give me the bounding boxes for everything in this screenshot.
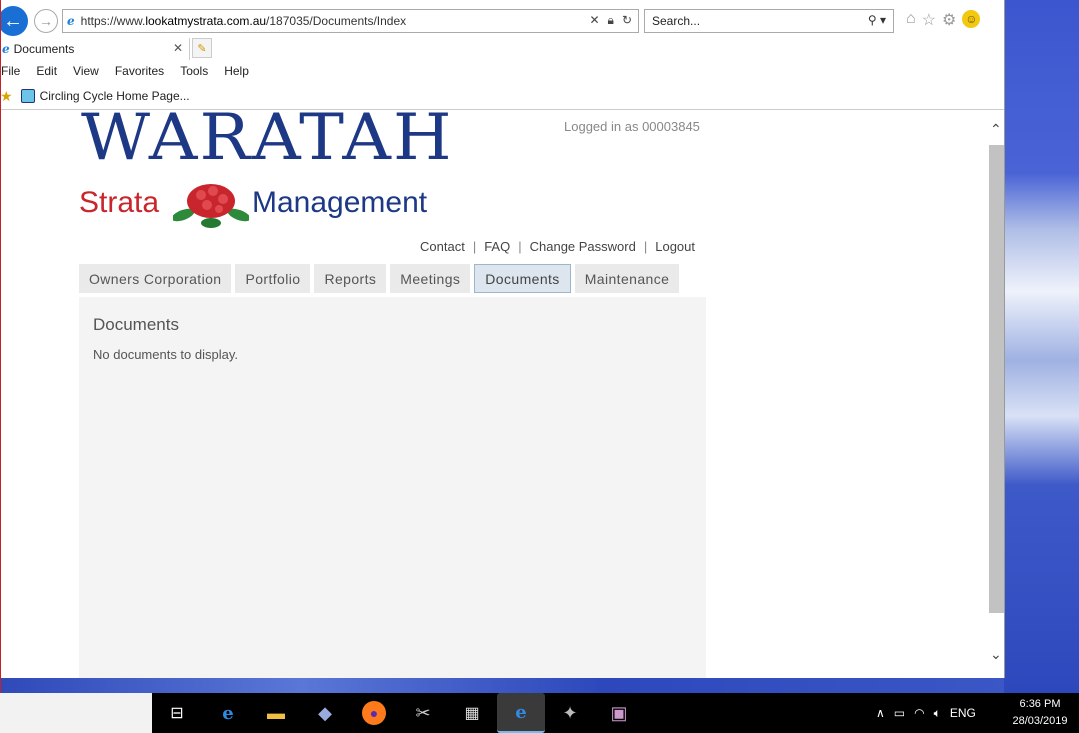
notepad-icon[interactable]: ◆ bbox=[313, 701, 337, 725]
menu-favorites[interactable]: Favorites bbox=[115, 64, 164, 78]
link-separator: | bbox=[472, 239, 477, 254]
waratah-flower-logo bbox=[173, 184, 249, 228]
volume-icon[interactable]: 🔈︎ bbox=[934, 706, 941, 721]
language-indicator[interactable]: ENG bbox=[950, 706, 976, 720]
task-view-icon[interactable]: ⊟ bbox=[165, 701, 189, 725]
clear-icon[interactable]: ✕ bbox=[589, 13, 599, 28]
change-password-link[interactable]: Change Password bbox=[530, 239, 636, 254]
empty-message: No documents to display. bbox=[93, 347, 238, 362]
url-prefix: https://www. bbox=[80, 14, 146, 28]
forward-button[interactable]: → bbox=[34, 9, 58, 33]
search-placeholder: Search... bbox=[652, 14, 701, 28]
network-app-icon[interactable]: ▣ bbox=[607, 701, 631, 725]
link-separator: | bbox=[518, 239, 522, 254]
home-icon[interactable]: ⌂ bbox=[906, 10, 916, 30]
battery-icon[interactable]: ▭ bbox=[894, 706, 905, 720]
lock-icon[interactable]: 🔒︎ bbox=[608, 13, 614, 28]
url-text[interactable]: https://www.lookatmystrata.com.au/187035… bbox=[81, 14, 407, 28]
vertical-scrollbar[interactable]: ⌃ ⌄ bbox=[988, 111, 1004, 678]
system-tray: ∧ ▭ ◠ 🔈︎ ENG bbox=[876, 693, 976, 733]
logo-management-text: Management bbox=[252, 186, 428, 219]
faq-link[interactable]: FAQ bbox=[484, 239, 510, 254]
address-row: ← → e https://www.lookatmystrata.com.au/… bbox=[0, 0, 1004, 40]
ie-page-icon: e bbox=[67, 14, 75, 28]
menu-edit[interactable]: Edit bbox=[36, 64, 57, 78]
url-path: /187035/Documents/Index bbox=[266, 14, 407, 28]
address-bar[interactable]: e https://www.lookatmystrata.com.au/1870… bbox=[62, 9, 639, 33]
internet-explorer-icon[interactable]: e bbox=[497, 693, 545, 733]
documents-panel: Documents No documents to display. bbox=[79, 297, 706, 678]
chevron-up-icon[interactable]: ⌃ bbox=[990, 121, 1002, 138]
link-separator: | bbox=[643, 239, 648, 254]
calculator-icon[interactable]: ▦ bbox=[460, 701, 484, 725]
wifi-icon[interactable]: ◠ bbox=[914, 706, 924, 720]
menu-bar: File Edit View Favorites Tools Help bbox=[0, 60, 1004, 82]
desktop-wallpaper-strip bbox=[0, 677, 1004, 693]
firefox-icon[interactable]: ● bbox=[362, 701, 386, 725]
favorites-bar: ★ Circling Cycle Home Page... bbox=[0, 83, 1004, 110]
login-status: Logged in as 00003845 bbox=[564, 119, 700, 134]
tab-strip: e Documents ✕ ✎ bbox=[0, 38, 1004, 60]
chevron-down-icon[interactable]: ⌄ bbox=[990, 646, 1002, 663]
window-edge bbox=[0, 0, 1, 693]
panel-title: Documents bbox=[93, 315, 179, 334]
tab-ie-icon: e bbox=[2, 42, 10, 56]
clock-time: 6:36 PM bbox=[1019, 698, 1061, 710]
taskbar: ⊟ e ▬ ◆ ● ✂ ▦ e ✦ ▣ ∧ ▭ ◠ 🔈︎ ENG 6:36 PM… bbox=[0, 693, 1079, 733]
main-nav-tabs: Owners Corporation Portfolio Reports Mee… bbox=[79, 264, 680, 293]
logo-waratah[interactable]: WARATAH bbox=[81, 111, 454, 175]
url-domain: lookatmystrata.com.au bbox=[145, 14, 267, 28]
browser-tab[interactable]: e Documents ✕ bbox=[0, 38, 190, 60]
menu-view[interactable]: View bbox=[73, 64, 99, 78]
forward-arrow-icon: → bbox=[39, 13, 53, 29]
tab-documents[interactable]: Documents bbox=[474, 264, 571, 293]
new-tab-button[interactable]: ✎ bbox=[192, 38, 212, 58]
edge-icon[interactable]: e bbox=[216, 701, 240, 725]
address-actions: ✕ 🔒︎ ↻ bbox=[589, 13, 632, 28]
tab-maintenance[interactable]: Maintenance bbox=[574, 264, 680, 293]
smiley-icon[interactable]: ☺ bbox=[962, 10, 981, 28]
logo-strata-text: Strata bbox=[79, 186, 160, 219]
tab-meetings[interactable]: Meetings bbox=[390, 264, 471, 293]
scanner-app-icon[interactable]: ✦ bbox=[558, 701, 582, 725]
taskbar-search-box[interactable] bbox=[0, 693, 152, 733]
favorites-add-icon[interactable]: ★ bbox=[0, 88, 13, 105]
browser-toolbar-icons: ⌂ ☆ ⚙ ☺ bbox=[906, 10, 981, 30]
user-links: Contact | FAQ | Change Password | Logout bbox=[420, 239, 695, 254]
browser-window: ← → e https://www.lookatmystrata.com.au/… bbox=[0, 0, 1005, 678]
file-explorer-icon[interactable]: ▬ bbox=[264, 701, 288, 725]
back-arrow-icon: ← bbox=[3, 9, 23, 32]
menu-help[interactable]: Help bbox=[224, 64, 249, 78]
page-viewport: WARATAH Strata Management Logged in as 0… bbox=[0, 111, 988, 678]
favorite-link[interactable]: Circling Cycle Home Page... bbox=[40, 89, 190, 103]
tab-title: Documents bbox=[13, 42, 75, 56]
menu-tools[interactable]: Tools bbox=[180, 64, 208, 78]
clock[interactable]: 6:36 PM 28/03/2019 bbox=[1008, 696, 1072, 730]
chevron-up-icon[interactable]: ∧ bbox=[876, 706, 885, 720]
new-tab-icon: ✎ bbox=[197, 42, 207, 55]
desktop-wallpaper bbox=[1004, 0, 1079, 693]
contact-link[interactable]: Contact bbox=[420, 239, 465, 254]
search-icon[interactable]: ⚲ ▾ bbox=[868, 13, 886, 27]
scroll-thumb[interactable] bbox=[989, 145, 1004, 613]
clock-date: 28/03/2019 bbox=[1012, 715, 1068, 727]
tab-portfolio[interactable]: Portfolio bbox=[235, 264, 311, 293]
tab-owners-corporation[interactable]: Owners Corporation bbox=[79, 264, 232, 293]
gear-icon[interactable]: ⚙ bbox=[942, 10, 956, 30]
star-icon[interactable]: ☆ bbox=[922, 10, 936, 30]
refresh-icon[interactable]: ↻ bbox=[622, 13, 632, 28]
tab-reports[interactable]: Reports bbox=[314, 264, 387, 293]
back-button[interactable]: ← bbox=[0, 6, 28, 36]
search-input[interactable]: Search... ⚲ ▾ bbox=[644, 9, 894, 33]
snipping-tool-icon[interactable]: ✂ bbox=[411, 701, 435, 725]
close-icon[interactable]: ✕ bbox=[173, 41, 183, 55]
logout-link[interactable]: Logout bbox=[655, 239, 695, 254]
menu-file[interactable]: File bbox=[1, 64, 20, 78]
favorite-site-icon bbox=[20, 89, 35, 103]
